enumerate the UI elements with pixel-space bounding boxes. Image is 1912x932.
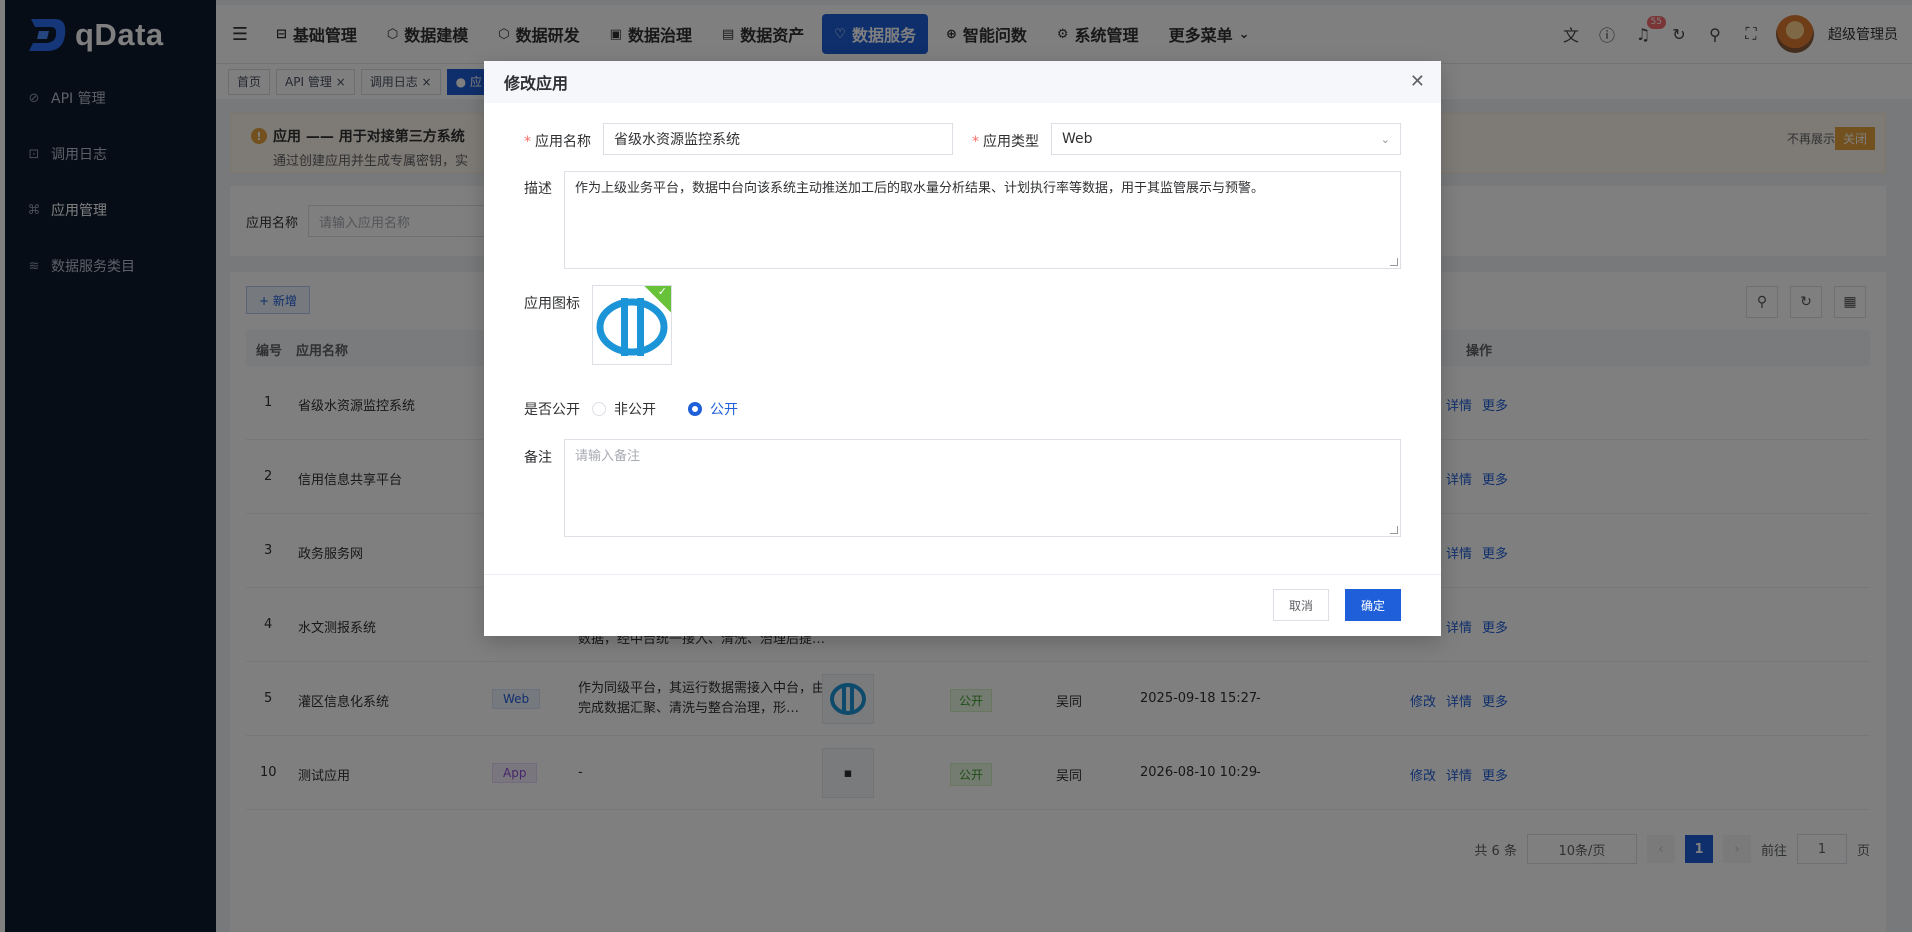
desc-label: 描述 (524, 181, 552, 197)
desc-text: 作为上级业务平台，数据中台向该系统主动推送加工后的取水量分析结果、计划执行率等数… (575, 181, 1265, 196)
name-label-text: 应用名称 (535, 134, 591, 150)
app-type-select[interactable]: Web ⌄ (1051, 123, 1401, 155)
radio-dot (688, 402, 702, 416)
radio-dot (592, 402, 606, 416)
radio-public-label: 公开 (710, 402, 738, 418)
chevron-down-icon: ⌄ (1380, 133, 1390, 146)
dialog-title: 修改应用 (484, 61, 1441, 103)
edit-app-dialog: 修改应用 ✕ * 应用名称 省级水资源监控系统 * 应用类型 Web ⌄ 描述 作为… (484, 61, 1441, 636)
cancel-button[interactable]: 取消 (1273, 589, 1329, 621)
radio-private-label: 非公开 (614, 402, 656, 418)
check-icon: ✓ (657, 285, 667, 298)
app-icon-upload[interactable]: ✓ (592, 285, 672, 365)
remark-label: 备注 (524, 450, 552, 466)
type-label: * 应用类型 (972, 131, 1039, 151)
icon-label: 应用图标 (524, 296, 580, 312)
required-mark: * (972, 134, 979, 150)
type-label-text: 应用类型 (983, 134, 1039, 150)
dialog-footer: 取消 确定 (484, 574, 1441, 636)
app-type-value: Web (1062, 131, 1093, 147)
name-label: * 应用名称 (524, 131, 591, 151)
app-name-input[interactable]: 省级水资源监控系统 (603, 123, 953, 155)
resize-handle-icon[interactable] (1390, 258, 1398, 266)
remark-textarea[interactable]: 请输入备注 (564, 439, 1401, 537)
close-icon[interactable]: ✕ (1410, 71, 1425, 92)
required-mark: * (524, 134, 531, 150)
desc-textarea[interactable]: 作为上级业务平台，数据中台向该系统主动推送加工后的取水量分析结果、计划执行率等数… (564, 171, 1401, 269)
remark-placeholder: 请输入备注 (575, 449, 641, 464)
radio-private[interactable]: 非公开 (592, 399, 656, 419)
confirm-button[interactable]: 确定 (1345, 589, 1401, 621)
public-label: 是否公开 (524, 402, 580, 418)
radio-public[interactable]: 公开 (688, 399, 738, 419)
resize-handle-icon[interactable] (1390, 526, 1398, 534)
